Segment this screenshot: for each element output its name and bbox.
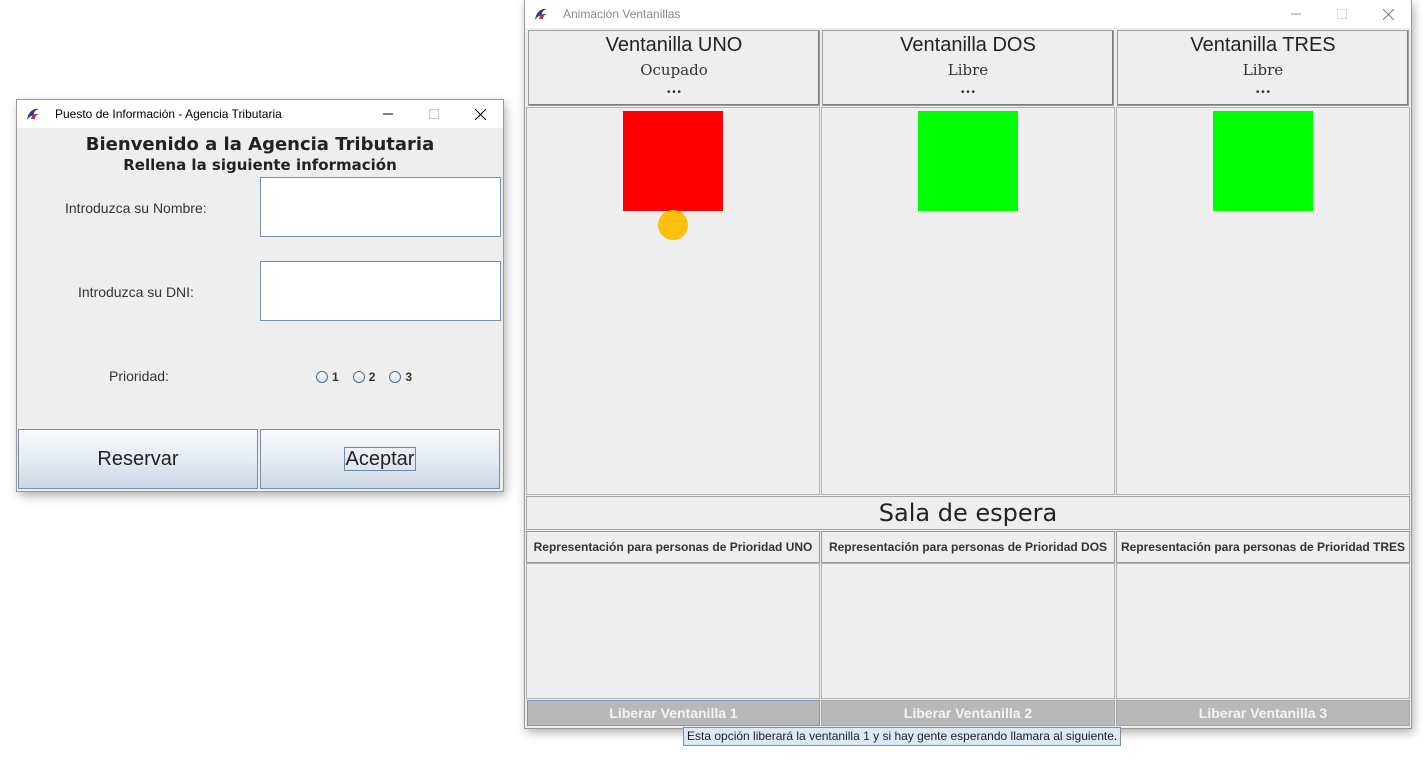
ventanilla-uno-panel: [526, 107, 820, 495]
close-icon: [474, 108, 486, 120]
anim-window-title: Animación Ventanillas: [563, 7, 681, 21]
accept-button-label: Aceptar: [343, 447, 417, 471]
minimize-icon: [1291, 13, 1301, 15]
ventanilla-dos-indicator: [918, 111, 1018, 211]
welcome-heading: Bienvenido a la Agencia Tributaria: [85, 134, 435, 155]
radio-circle-icon[interactable]: [316, 371, 328, 383]
priority-radio-label: 1: [332, 370, 339, 384]
ventanilla-dots: ...: [1255, 79, 1271, 97]
maximize-icon: [429, 109, 439, 119]
ventanilla-tres-header: Ventanilla TRES Libre ...: [1117, 30, 1409, 106]
priority-tres-header: Representación para personas de Priorida…: [1116, 531, 1410, 563]
minimize-icon: [383, 113, 393, 115]
ventanilla-dos-header: Ventanilla DOS Libre ...: [822, 30, 1114, 106]
form-subtitle: Rellena la siguiente información: [123, 156, 397, 174]
minimize-button[interactable]: [365, 100, 411, 128]
ventanilla-state: Libre: [947, 61, 989, 79]
release-ventanilla-2-button[interactable]: Liberar Ventanilla 2: [821, 700, 1115, 726]
release-tooltip: Esta opción liberará la ventanilla 1 y s…: [683, 727, 1122, 746]
priority-label: Prioridad:: [109, 368, 169, 384]
info-window-title: Puesto de Información - Agencia Tributar…: [55, 107, 282, 121]
reserve-button[interactable]: Reservar: [18, 429, 258, 489]
priority-radio-group: 1 2 3: [316, 370, 426, 384]
priority-radio-1[interactable]: 1: [316, 370, 339, 384]
ventanilla-name: Ventanilla TRES: [1190, 34, 1336, 56]
maximize-button[interactable]: [411, 100, 457, 128]
radio-circle-icon[interactable]: [389, 371, 402, 383]
priority-tres-queue: [1116, 563, 1410, 699]
info-titlebar[interactable]: Puesto de Información - Agencia Tributar…: [17, 100, 503, 128]
accept-button[interactable]: Aceptar: [260, 429, 500, 489]
radio-circle-icon[interactable]: [352, 371, 365, 383]
person-circle: [658, 210, 688, 240]
reserve-button-label: Reservar: [97, 447, 179, 470]
release-ventanilla-3-button[interactable]: Liberar Ventanilla 3: [1116, 700, 1410, 726]
close-button[interactable]: [1365, 0, 1411, 28]
maximize-icon: [1337, 9, 1347, 19]
ventanilla-dos-panel: [821, 107, 1115, 495]
ventanilla-dots: ...: [960, 79, 976, 97]
priority-radio-2[interactable]: 2: [352, 370, 376, 384]
ventanilla-uno-indicator: [623, 111, 723, 211]
ventanilla-name: Ventanilla DOS: [900, 34, 1036, 56]
close-icon: [1382, 8, 1394, 20]
ventanilla-uno-header: Ventanilla UNO Ocupado ...: [528, 30, 820, 106]
name-label: Introduzca su Nombre:: [65, 200, 207, 216]
name-field[interactable]: [260, 177, 501, 237]
java-app-icon: [27, 108, 39, 120]
anim-titlebar[interactable]: Animación Ventanillas: [525, 0, 1411, 28]
ventanilla-state: Libre: [1242, 61, 1284, 79]
dni-field[interactable]: [260, 261, 501, 321]
maximize-button[interactable]: [1319, 0, 1365, 28]
ventanilla-tres-panel: [1116, 107, 1410, 495]
ventanilla-state: Ocupado: [640, 61, 708, 79]
priority-radio-label: 3: [405, 370, 413, 384]
minimize-button[interactable]: [1273, 0, 1319, 28]
java-app-icon: [535, 8, 547, 20]
anim-window: Animación Ventanillas Ventanilla UNO Ocu…: [525, 0, 1411, 728]
ventanilla-tres-indicator: [1213, 111, 1313, 211]
priority-uno-queue: [526, 563, 820, 699]
ventanilla-name: Ventanilla UNO: [605, 34, 743, 56]
ventanilla-dots: ...: [666, 79, 682, 97]
info-window: Puesto de Información - Agencia Tributar…: [17, 100, 503, 491]
priority-uno-header: Representación para personas de Priorida…: [526, 531, 820, 563]
dni-label: Introduzca su DNI:: [78, 284, 194, 300]
release-ventanilla-1-button[interactable]: Liberar Ventanilla 1: [527, 700, 820, 726]
priority-radio-3[interactable]: 3: [389, 370, 412, 384]
close-button[interactable]: [457, 100, 503, 128]
priority-dos-queue: [821, 563, 1115, 699]
waiting-room-title: Sala de espera: [526, 496, 1410, 530]
priority-dos-header: Representación para personas de Priorida…: [821, 531, 1115, 563]
priority-radio-label: 2: [368, 370, 376, 384]
